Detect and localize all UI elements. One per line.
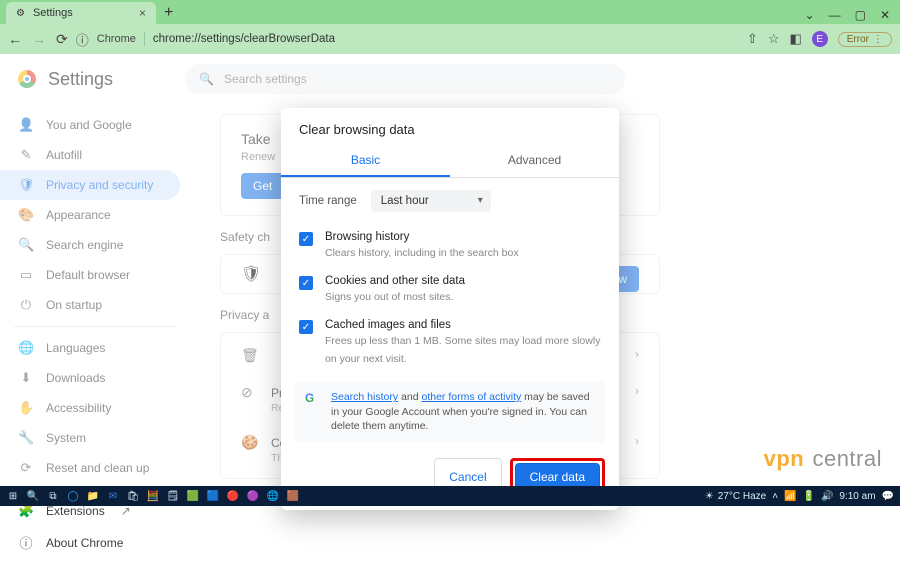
divider bbox=[144, 32, 145, 46]
chevron-down-icon[interactable]: ⌄ bbox=[805, 8, 815, 22]
maximize-button[interactable]: ▢ bbox=[855, 8, 866, 22]
tab-basic[interactable]: Basic bbox=[281, 145, 450, 177]
time-range-select[interactable]: Last hour bbox=[371, 190, 491, 212]
clock[interactable]: 9:10 am bbox=[839, 491, 875, 502]
address-bar[interactable]: chrome://settings/clearBrowserData bbox=[153, 33, 335, 45]
checkbox-checked-icon[interactable]: ✓ bbox=[299, 232, 313, 246]
task-view-icon[interactable]: ⧉ bbox=[46, 489, 60, 503]
taskbar-app[interactable]: 🟣 bbox=[246, 489, 260, 503]
taskbar-search-icon[interactable]: 🔍 bbox=[26, 489, 40, 503]
search-history-link[interactable]: Search history bbox=[331, 391, 398, 403]
volume-icon[interactable]: 🔊 bbox=[821, 491, 833, 502]
wifi-icon[interactable]: 📶 bbox=[784, 491, 796, 502]
tab-title: Settings bbox=[33, 7, 73, 19]
site-info-icon[interactable]: ⓘ bbox=[76, 30, 89, 49]
gear-icon: ⚙ bbox=[16, 8, 25, 19]
google-activity-info: G Search history and other forms of acti… bbox=[295, 382, 605, 442]
taskbar-app[interactable]: 🛍 bbox=[126, 489, 140, 503]
sidebar-item-about[interactable]: ⓘAbout Chrome bbox=[0, 526, 180, 559]
taskbar-app[interactable]: ✉ bbox=[106, 489, 120, 503]
check-browsing-history[interactable]: ✓ Browsing historyClears history, includ… bbox=[281, 224, 619, 268]
taskbar-app[interactable]: 📁 bbox=[86, 489, 100, 503]
battery-icon[interactable]: 🔋 bbox=[803, 491, 815, 502]
external-link-icon: ↗ bbox=[121, 504, 131, 518]
forward-button[interactable]: → bbox=[32, 31, 46, 48]
dialog-title: Clear browsing data bbox=[281, 122, 619, 145]
close-tab-icon[interactable]: × bbox=[139, 6, 146, 20]
taskbar-app[interactable]: 🧮 bbox=[146, 489, 160, 503]
info-icon: ⓘ bbox=[18, 533, 34, 552]
checkbox-checked-icon[interactable]: ✓ bbox=[299, 320, 313, 334]
google-logo-icon: G bbox=[305, 390, 321, 406]
taskbar-app[interactable]: 🟫 bbox=[286, 489, 300, 503]
check-cookies[interactable]: ✓ Cookies and other site dataSigns you o… bbox=[281, 268, 619, 312]
other-activity-link[interactable]: other forms of activity bbox=[421, 391, 521, 403]
taskbar-app[interactable]: 🟩 bbox=[186, 489, 200, 503]
watermark: vpn•central bbox=[764, 446, 882, 472]
browser-tab[interactable]: ⚙ Settings × bbox=[6, 2, 156, 24]
bookmark-icon[interactable]: ☆ bbox=[768, 31, 780, 47]
taskbar-app[interactable]: 🔴 bbox=[226, 489, 240, 503]
profile-avatar[interactable]: E bbox=[812, 31, 828, 47]
tab-advanced[interactable]: Advanced bbox=[450, 145, 619, 177]
weather-widget[interactable]: ☀ 27°C Haze bbox=[705, 491, 766, 502]
window-titlebar: ⚙ Settings × + ⌄ — ▢ ✕ bbox=[0, 0, 900, 24]
check-cache[interactable]: ✓ Cached images and filesFrees up less t… bbox=[281, 312, 619, 374]
taskbar-app[interactable]: 🌐 bbox=[266, 489, 280, 503]
origin-chip: Chrome bbox=[97, 33, 136, 45]
close-window-button[interactable]: ✕ bbox=[880, 8, 890, 22]
time-range-label: Time range bbox=[299, 195, 357, 207]
taskbar-app[interactable]: 🗒 bbox=[166, 489, 180, 503]
windows-taskbar: ⊞ 🔍 ⧉ ◯ 📁 ✉ 🛍 🧮 🗒 🟩 🟦 🔴 🟣 🌐 🟫 ☀ 27°C Haz… bbox=[0, 486, 900, 506]
tray-chevron-icon[interactable]: ˄ bbox=[772, 491, 778, 502]
toolbar: ← → ⟳ ⓘ Chrome chrome://settings/clearBr… bbox=[0, 24, 900, 54]
notifications-icon[interactable]: 💬 bbox=[882, 491, 894, 502]
checkbox-checked-icon[interactable]: ✓ bbox=[299, 276, 313, 290]
new-tab-button[interactable]: + bbox=[164, 4, 173, 22]
minimize-button[interactable]: — bbox=[829, 8, 841, 22]
reload-button[interactable]: ⟳ bbox=[56, 31, 68, 48]
clear-browsing-data-dialog: Clear browsing data Basic Advanced Time … bbox=[281, 108, 619, 510]
start-button[interactable]: ⊞ bbox=[6, 489, 20, 503]
extensions-icon[interactable]: ◧ bbox=[789, 31, 801, 47]
taskbar-app[interactable]: ◯ bbox=[66, 489, 80, 503]
back-button[interactable]: ← bbox=[8, 31, 22, 48]
taskbar-app[interactable]: 🟦 bbox=[206, 489, 220, 503]
dialog-tabs: Basic Advanced bbox=[281, 145, 619, 178]
error-badge[interactable]: Error⋮ bbox=[838, 32, 892, 47]
share-icon[interactable]: ⇧ bbox=[747, 31, 758, 47]
